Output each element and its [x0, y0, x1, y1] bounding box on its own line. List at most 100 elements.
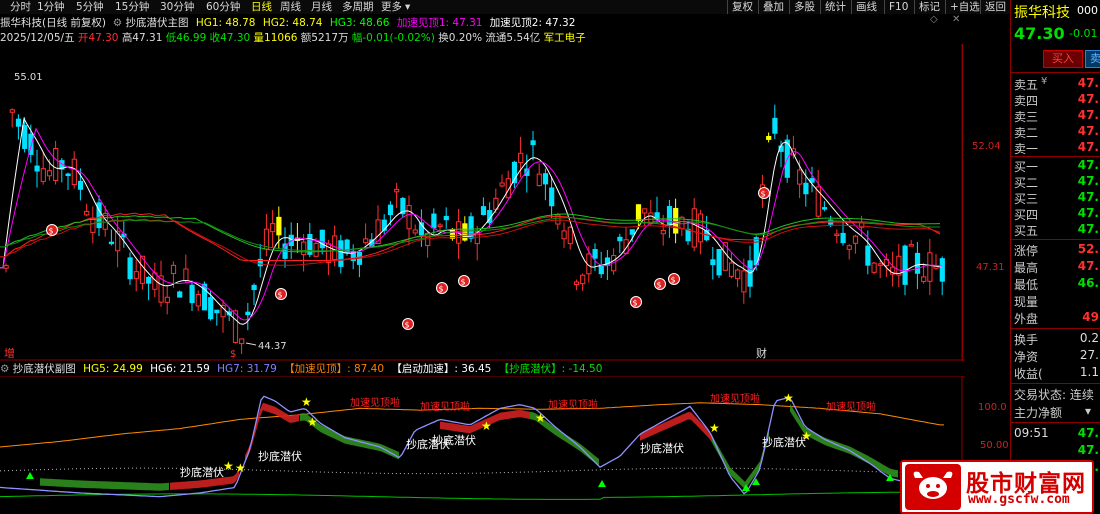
bottom-text: 抄底潜伏	[762, 435, 806, 449]
candle-body	[22, 125, 28, 149]
mark-button[interactable]: 标记	[914, 0, 944, 14]
star-icon: ★	[481, 419, 492, 433]
tab-fenshi[interactable]: 分时	[10, 0, 31, 14]
buy-signal-glyph: $	[405, 321, 410, 330]
candle-body	[499, 182, 505, 187]
tab-1min[interactable]: 1分钟	[37, 0, 65, 14]
candle-body	[840, 232, 846, 244]
candle-body	[301, 241, 307, 256]
candle-body	[803, 182, 809, 195]
tab-monthly[interactable]: 月线	[311, 0, 332, 14]
cur-vol-row: 现量	[1014, 295, 1039, 309]
candle-body	[598, 264, 604, 275]
candle-body	[852, 235, 859, 244]
candle-body	[865, 245, 871, 266]
main-flow[interactable]: 主力净额 ▾	[1011, 404, 1100, 420]
tab-5min[interactable]: 5分钟	[76, 0, 104, 14]
diamond-icon[interactable]: ◇	[930, 14, 938, 25]
candle-body	[431, 213, 437, 229]
add-favorite-button[interactable]: +自选	[945, 0, 984, 14]
stats-button[interactable]: 统计	[820, 0, 850, 14]
tab-60min[interactable]: 60分钟	[206, 0, 240, 14]
candle-body	[177, 291, 183, 298]
bull-logo-icon	[905, 464, 961, 510]
candle-body	[741, 270, 747, 293]
candle-body	[406, 205, 412, 230]
indicator-name[interactable]: 抄底潜伏主图	[125, 17, 188, 29]
gear-icon[interactable]: ⚙	[0, 363, 9, 375]
candle-body	[685, 228, 691, 242]
tab-30min[interactable]: 30分钟	[160, 0, 194, 14]
period-toolbar: 分时 1分钟 5分钟 15分钟 30分钟 60分钟 日线 周线 月线 多周期 更…	[0, 0, 1010, 14]
buy-button[interactable]: 买入	[1043, 50, 1083, 68]
gear-icon[interactable]: ⚙	[109, 17, 122, 29]
candle-body	[387, 204, 394, 216]
candle-body	[635, 204, 642, 222]
candle-body	[673, 207, 679, 234]
candle-body	[561, 230, 567, 240]
candlestick-chart[interactable]: $$$$$$$$$ 55.01 44.37 增 $ 财 52.04 47.31	[0, 44, 965, 361]
candle-body	[573, 281, 580, 285]
hg5-value: HG5: 24.99	[83, 363, 143, 375]
star-icon: ★	[223, 459, 234, 473]
candle-body	[877, 263, 883, 266]
candle-body	[902, 245, 908, 285]
star-icon: ★	[783, 391, 794, 405]
candle-body	[183, 268, 189, 282]
candle-body	[580, 274, 586, 285]
stock-code: 000	[1077, 4, 1098, 17]
back-button[interactable]: 返回	[980, 0, 1010, 14]
sub-indicator-chart[interactable]: ★ ★★★ ★★★★★ 加速见顶啦 加速见顶啦 加速见顶啦 加速见顶啦 加速见顶啦 …	[0, 376, 965, 514]
fq-button[interactable]: 复权	[727, 0, 757, 14]
outer-row: 外盘 49	[1014, 310, 1099, 326]
bid-row-5: 买五 47.	[1014, 222, 1099, 238]
candle-body	[90, 217, 96, 233]
sub-indicator-name[interactable]: 抄底潜伏副图	[13, 363, 76, 375]
sell-button[interactable]: 卖出	[1085, 50, 1100, 68]
tab-15min[interactable]: 15分钟	[115, 0, 149, 14]
tab-weekly[interactable]: 周线	[280, 0, 301, 14]
close-icon[interactable]: ✕	[952, 14, 960, 25]
close-text: 收47.30	[209, 32, 251, 44]
bottom-text: 抄底潜伏	[180, 465, 224, 479]
bid-row-3: 买三 47.	[1014, 190, 1099, 206]
tab-more[interactable]: 更多	[381, 0, 402, 14]
candle-body	[549, 187, 555, 207]
candle-body	[270, 223, 276, 233]
candle-body	[170, 264, 177, 275]
amount-text: 额5217万	[300, 32, 349, 44]
accel2-value: 加速见顶2: 47.32	[489, 17, 576, 29]
star-icon: ★	[235, 461, 246, 475]
buy-signal-glyph: $	[657, 281, 662, 290]
f10-button[interactable]: F10	[884, 0, 912, 14]
start-accel-value: 【启动加速】: 36.45	[391, 363, 492, 375]
price-change: -0.01	[1069, 27, 1098, 40]
current-price: 47.30	[1014, 24, 1065, 43]
float-text: 流通5.54亿	[485, 32, 541, 44]
overlay-button[interactable]: 叠加	[758, 0, 788, 14]
accel-top-text: 加速见顶啦	[826, 400, 876, 413]
candle-body	[592, 249, 598, 259]
chevron-down-icon[interactable]: ▾	[405, 0, 410, 14]
candle-body	[443, 215, 449, 221]
candle-body	[617, 236, 623, 242]
tab-daily[interactable]: 日线	[251, 0, 272, 14]
bottom-value: 【抄底潜伏】: -14.50	[498, 363, 603, 375]
buy-signal-glyph: $	[49, 227, 54, 236]
candle-body	[338, 240, 344, 267]
buy-signal-glyph: $	[461, 278, 466, 287]
high-text: 高47.31	[121, 32, 163, 44]
hg6-value: HG6: 21.59	[150, 363, 210, 375]
multi-stock-button[interactable]: 多股	[789, 0, 819, 14]
tab-multi-period[interactable]: 多周期	[342, 0, 374, 14]
accel-top-text: 加速见顶啦	[350, 396, 400, 409]
candle-body	[239, 338, 245, 345]
draw-button[interactable]: 画线	[851, 0, 881, 14]
sector-text[interactable]: 军工电子	[544, 32, 586, 44]
quote-info-bar: 2025/12/05/五 开47.30 高47.31 低46.99 收47.30…	[0, 30, 965, 44]
candle-body	[939, 258, 945, 282]
high-marker: 55.01	[14, 72, 43, 83]
ask-row-2: 卖二 47.	[1014, 124, 1099, 140]
star-icon: ★	[307, 415, 318, 429]
quote-panel: 振华科技 000 47.30 -0.01 买入 卖出 卖五¥47. 卖四47. …	[1010, 0, 1100, 514]
